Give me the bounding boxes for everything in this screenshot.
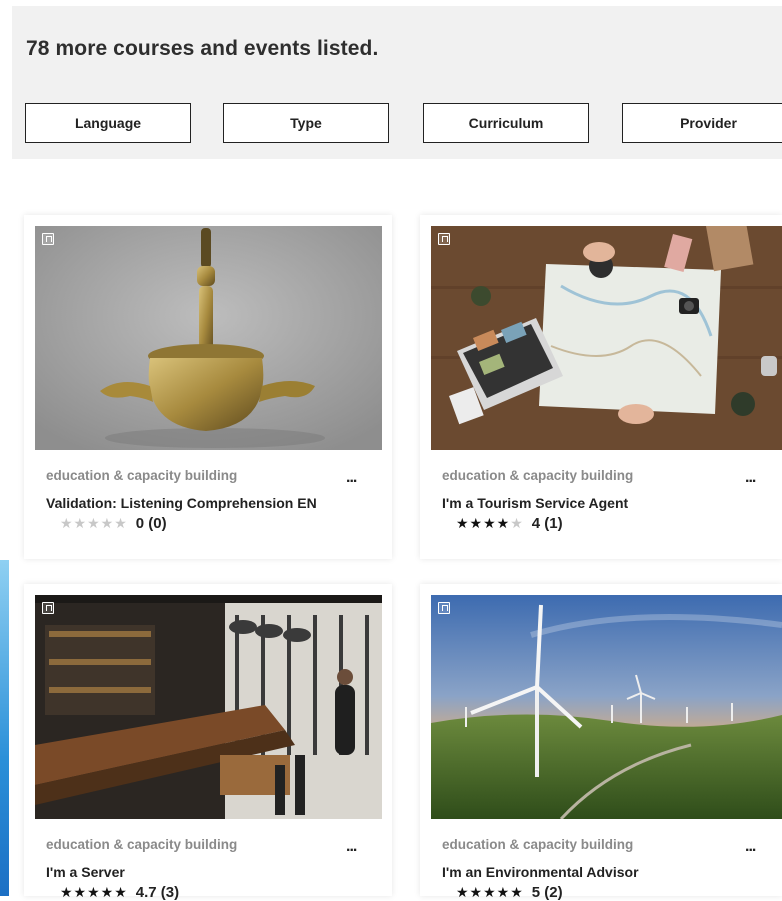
rating-value: 0 (0) bbox=[135, 515, 167, 532]
filter-type-button[interactable]: Type bbox=[223, 103, 389, 143]
results-header: 78 more courses and events listed. Langu… bbox=[12, 6, 782, 159]
card-category: education & capacity building bbox=[46, 837, 238, 852]
rating-value: 5 (2) bbox=[531, 884, 563, 901]
course-card[interactable]: education & capacity building ... I'm an… bbox=[420, 584, 782, 901]
course-card[interactable]: education & capacity building ... I'm a … bbox=[420, 215, 782, 559]
card-rating: ★★★★★ 4 (1) bbox=[456, 515, 563, 532]
card-category: education & capacity building bbox=[442, 468, 634, 483]
bookmark-icon[interactable] bbox=[438, 602, 450, 614]
card-title[interactable]: I'm a Tourism Service Agent bbox=[442, 495, 628, 511]
card-title[interactable]: Validation: Listening Comprehension EN bbox=[46, 495, 317, 511]
card-rating: ★★★★★ 5 (2) bbox=[456, 884, 563, 901]
left-accent-bar bbox=[0, 560, 9, 896]
card-title[interactable]: I'm an Environmental Advisor bbox=[442, 864, 639, 880]
rating-value: 4 (1) bbox=[531, 515, 563, 532]
card-rating: ★★★★★ 0 (0) bbox=[60, 515, 167, 532]
filter-provider-button[interactable]: Provider bbox=[622, 103, 782, 143]
bookmark-icon[interactable] bbox=[42, 233, 54, 245]
more-options-button[interactable]: ... bbox=[346, 838, 357, 856]
bookmark-icon[interactable] bbox=[42, 602, 54, 614]
star-rating-icon: ★★★★★ bbox=[60, 884, 128, 900]
card-category: education & capacity building bbox=[46, 468, 238, 483]
star-rating-icon: ★★★★★ bbox=[456, 884, 524, 900]
restaurant-bar-image[interactable] bbox=[35, 595, 382, 819]
card-title[interactable]: I'm a Server bbox=[46, 864, 125, 880]
course-card[interactable]: education & capacity building ... Valida… bbox=[24, 215, 392, 559]
map-travel-desk-image[interactable] bbox=[431, 226, 782, 450]
star-rating-icon: ★★★★★ bbox=[60, 515, 128, 531]
filter-curriculum-button[interactable]: Curriculum bbox=[423, 103, 589, 143]
more-options-button[interactable]: ... bbox=[745, 838, 756, 856]
bookmark-icon[interactable] bbox=[438, 233, 450, 245]
results-count: 78 more courses and events listed. bbox=[26, 37, 379, 60]
more-options-button[interactable]: ... bbox=[346, 469, 357, 487]
card-rating: ★★★★★ 4.7 (3) bbox=[60, 884, 179, 901]
more-options-button[interactable]: ... bbox=[745, 469, 756, 487]
wind-turbines-image[interactable] bbox=[431, 595, 782, 819]
filter-language-button[interactable]: Language bbox=[25, 103, 191, 143]
brass-vessel-image[interactable] bbox=[35, 226, 382, 450]
course-card[interactable]: education & capacity building ... I'm a … bbox=[24, 584, 392, 901]
rating-value: 4.7 (3) bbox=[135, 884, 180, 901]
card-category: education & capacity building bbox=[442, 837, 634, 852]
star-rating-icon: ★★★★★ bbox=[456, 515, 524, 531]
